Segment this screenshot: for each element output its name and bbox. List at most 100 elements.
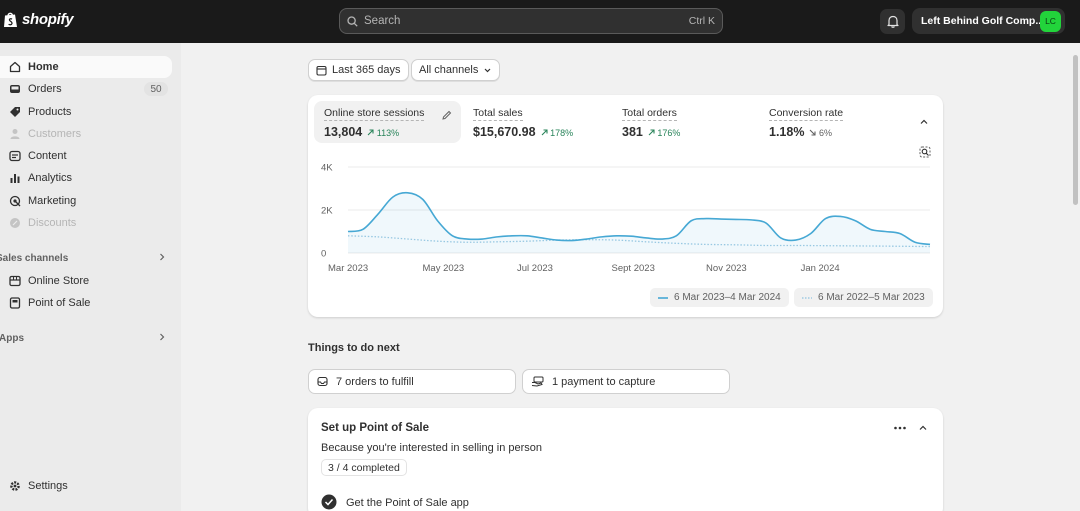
- task-label: 1 payment to capture: [552, 375, 656, 388]
- sidebar: Home Orders 50 Products Customers Conten…: [0, 43, 181, 511]
- sidebar-item-label: Marketing: [28, 195, 77, 207]
- sidebar-item-label: Online Store: [28, 275, 90, 287]
- sales-channels-header[interactable]: Sales channels: [0, 249, 172, 267]
- legend-current-period[interactable]: 6 Mar 2023–4 Mar 2024: [650, 288, 789, 307]
- sidebar-item-orders[interactable]: Orders 50: [0, 78, 172, 100]
- sidebar-item-analytics[interactable]: Analytics: [0, 167, 172, 189]
- calendar-icon: [316, 65, 327, 76]
- main-content: Last 365 days All channels Online store …: [181, 43, 1071, 511]
- pencil-icon[interactable]: [441, 110, 452, 121]
- chevron-right-icon: [160, 333, 165, 341]
- person-icon: [8, 128, 21, 141]
- metric-total-sales[interactable]: Total sales $15,670.98 178%: [463, 101, 603, 143]
- task-label: 7 orders to fulfill: [336, 375, 414, 388]
- home-icon: [8, 61, 21, 74]
- date-range-button[interactable]: Last 365 days: [308, 59, 409, 81]
- target-icon: [8, 195, 21, 208]
- search-icon: [347, 15, 358, 27]
- sidebar-item-discounts[interactable]: Discounts: [0, 212, 172, 234]
- metric-label: Online store sessions: [324, 107, 425, 121]
- legend-previous-period[interactable]: 6 Mar 2022–5 Mar 2023: [794, 288, 933, 307]
- arrow-up-icon: [541, 129, 548, 136]
- sidebar-item-home[interactable]: Home: [0, 56, 172, 78]
- legend-solid-line-icon: [658, 296, 668, 299]
- sidebar-item-content[interactable]: Content: [0, 145, 172, 167]
- x-tick-label: Sept 2023: [612, 263, 655, 274]
- series-area-current-period: [348, 192, 930, 253]
- collapse-chevron-up-icon[interactable]: [918, 423, 928, 433]
- date-range-label: Last 365 days: [332, 64, 401, 76]
- sidebar-item-online-store[interactable]: Online Store: [0, 270, 172, 292]
- metric-change: 6%: [809, 128, 832, 138]
- metric-value: $15,670.98: [473, 125, 536, 139]
- x-tick-label: Nov 2023: [706, 263, 747, 274]
- channels-button[interactable]: All channels: [411, 59, 501, 81]
- metric-label: Total sales: [473, 107, 523, 121]
- x-tick-label: May 2023: [423, 263, 465, 274]
- metric-change: 113%: [367, 128, 399, 138]
- store-avatar: LC: [1040, 10, 1061, 32]
- orders-to-fulfill-button[interactable]: 7 orders to fulfill: [308, 369, 516, 394]
- sidebar-item-products[interactable]: Products: [0, 101, 172, 123]
- search-input[interactable]: [364, 15, 689, 27]
- notifications-button[interactable]: [880, 9, 905, 34]
- metric-change: 178%: [541, 128, 574, 138]
- tag-icon: [8, 106, 21, 119]
- legend-label: 6 Mar 2022–5 Mar 2023: [818, 292, 925, 303]
- more-options-icon[interactable]: [893, 425, 907, 431]
- sessions-line-chart: 4K 2K 0Mar 2023 May 2023 Jul 2023 Sept 2023 No…: [321, 163, 931, 274]
- page-scrollbar[interactable]: [1071, 43, 1080, 511]
- arrow-down-icon: [810, 129, 817, 136]
- content-icon: [8, 150, 21, 163]
- arrow-up-icon: [648, 129, 655, 136]
- sidebar-item-marketing[interactable]: Marketing: [0, 190, 172, 212]
- metric-value: 381: [622, 125, 643, 139]
- sidebar-item-label: Analytics: [28, 172, 73, 184]
- pos-progress-badge: 3 / 4 completed: [321, 459, 407, 476]
- analytics-card: Online store sessions 13,804 113% Total …: [308, 95, 943, 317]
- sidebar-item-label: Content: [28, 150, 67, 162]
- payment-to-capture-button[interactable]: 1 payment to capture: [522, 369, 730, 394]
- sidebar-item-label: Settings: [28, 480, 68, 492]
- metric-total-orders[interactable]: Total orders 381 176%: [612, 101, 752, 143]
- pos-card-subtitle: Because you're interested in selling in …: [321, 442, 543, 454]
- collapse-chevron-up-icon[interactable]: [919, 117, 929, 127]
- things-to-do-title: Things to do next: [308, 342, 400, 354]
- inbox-icon: [317, 376, 328, 387]
- logo-text: shopify: [22, 11, 74, 28]
- shopify-bag-icon: [4, 12, 17, 27]
- sidebar-item-label: Home: [28, 61, 59, 73]
- orders-icon: [8, 83, 21, 96]
- bar-chart-icon: [8, 172, 21, 185]
- sidebar-item-label: Orders: [28, 83, 62, 95]
- chevron-right-icon: [160, 253, 165, 261]
- sidebar-item-settings[interactable]: Settings: [0, 475, 172, 497]
- chevron-down-icon: [484, 68, 491, 72]
- orders-count-badge: 50: [144, 82, 168, 96]
- metric-label: Conversion rate: [769, 107, 844, 121]
- store-switcher[interactable]: Left Behind Golf Comp... LC: [912, 8, 1065, 34]
- metric-label: Total orders: [622, 107, 677, 121]
- sidebar-item-customers[interactable]: Customers: [0, 123, 172, 145]
- metric-change-value: 178%: [550, 128, 574, 138]
- setup-pos-card: Set up Point of Sale Because you're inte…: [308, 408, 943, 511]
- search-bar[interactable]: Ctrl K: [339, 8, 723, 34]
- pos-card-title: Set up Point of Sale: [321, 422, 429, 434]
- apps-header[interactable]: Apps: [0, 329, 172, 347]
- sidebar-item-label: Discounts: [28, 217, 77, 229]
- metric-conversion-rate[interactable]: Conversion rate 1.18% 6%: [759, 101, 899, 143]
- y-tick-label: 0: [321, 249, 326, 260]
- sidebar-item-point-of-sale[interactable]: Point of Sale: [0, 292, 172, 314]
- metric-sessions[interactable]: Online store sessions 13,804 113%: [314, 101, 461, 143]
- metric-change-value: 113%: [376, 128, 400, 138]
- pos-step-label[interactable]: Get the Point of Sale app: [346, 497, 469, 509]
- metric-change-value: 176%: [657, 128, 681, 138]
- bell-icon: [886, 15, 899, 28]
- shopify-logo[interactable]: shopify: [3, 11, 74, 28]
- sidebar-item-label: Products: [28, 106, 72, 118]
- scrollbar-thumb[interactable]: [1073, 55, 1078, 205]
- metric-value: 1.18%: [769, 125, 805, 139]
- metric-change: 176%: [648, 128, 681, 138]
- metric-change-value: 6%: [818, 128, 832, 138]
- metric-value: 13,804: [324, 125, 363, 139]
